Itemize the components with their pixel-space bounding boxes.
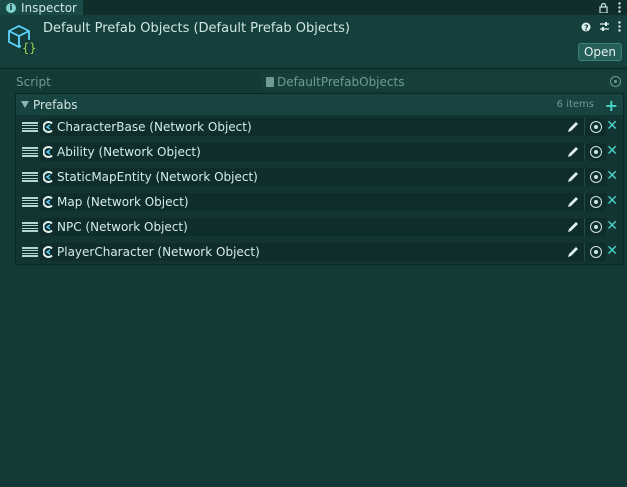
list-item: NPC (Network Object) ✕ [16,216,623,238]
object-field[interactable]: Map (Network Object) [40,193,606,211]
preset-sliders-icon[interactable] [599,21,610,32]
list-item: Ability (Network Object) ✕ [16,141,623,163]
list-item: Map (Network Object) ✕ [16,191,623,213]
remove-item-icon[interactable]: ✕ [606,118,618,134]
object-field[interactable]: StaticMapEntity (Network Object) [40,168,606,186]
object-picker-icon[interactable] [590,121,602,133]
prefabs-label: Prefabs [33,98,78,112]
field-divider [584,168,585,186]
svg-text:?: ? [584,23,589,32]
network-object-icon [43,171,53,183]
field-divider [584,218,585,236]
tab-bar-tools [599,0,621,15]
tab-bar: i Inspector [0,0,627,15]
pencil-icon[interactable] [566,170,580,184]
network-object-icon [43,196,53,208]
list-item: PlayerCharacter (Network Object) ✕ [16,241,623,263]
object-name: Map (Network Object) [57,195,189,209]
drag-handle-icon[interactable] [22,222,38,232]
remove-item-icon[interactable]: ✕ [606,243,618,259]
object-name: StaticMapEntity (Network Object) [57,170,258,184]
object-field[interactable]: CharacterBase (Network Object) [40,118,606,136]
field-divider [584,143,585,161]
drag-handle-icon[interactable] [22,247,38,257]
object-picker-icon [610,76,621,87]
remove-item-icon[interactable]: ✕ [606,193,618,209]
remove-item-icon[interactable]: ✕ [606,168,618,184]
tab-inspector-label: Inspector [21,0,77,15]
header-divider [0,68,627,69]
remove-item-icon[interactable]: ✕ [606,218,618,234]
header-tools: ? [581,21,621,32]
pencil-icon[interactable] [566,245,580,259]
add-item-icon[interactable]: + [605,96,618,115]
tab-inspector[interactable]: i Inspector [0,0,83,15]
help-icon[interactable]: ? [581,22,591,32]
lock-icon[interactable] [599,2,608,13]
field-divider [584,243,585,261]
object-name: NPC (Network Object) [57,220,188,234]
kebab-menu-icon[interactable] [618,2,621,13]
script-property-row: Script DefaultPrefabObjects [0,73,627,91]
network-object-icon [43,146,53,158]
network-object-icon [43,121,53,133]
item-count: 6 items [556,99,594,110]
object-title: Default Prefab Objects (Default Prefab O… [43,21,350,36]
inspector-header: {} Default Prefab Objects (Default Prefa… [0,15,627,67]
object-picker-icon[interactable] [590,221,602,233]
script-field: DefaultPrefabObjects [261,73,625,91]
drag-handle-icon[interactable] [22,122,38,132]
prefabs-list-header[interactable]: Prefabs 6 items + [16,94,623,115]
object-picker-icon[interactable] [590,171,602,183]
object-field[interactable]: NPC (Network Object) [40,218,606,236]
object-picker-icon[interactable] [590,246,602,258]
pencil-icon[interactable] [566,145,580,159]
network-object-icon [43,246,53,258]
remove-item-icon[interactable]: ✕ [606,143,618,159]
object-field[interactable]: PlayerCharacter (Network Object) [40,243,606,261]
object-field[interactable]: Ability (Network Object) [40,143,606,161]
pencil-icon[interactable] [566,120,580,134]
prefabs-list: Prefabs 6 items + CharacterBase (Network… [15,93,624,265]
object-name: CharacterBase (Network Object) [57,120,252,134]
scriptable-object-icon: {} [8,24,36,55]
svg-text:{}: {} [22,41,36,55]
list-item: StaticMapEntity (Network Object) ✕ [16,166,623,188]
kebab-menu-icon[interactable] [618,21,621,32]
object-name: Ability (Network Object) [57,145,201,159]
drag-handle-icon[interactable] [22,172,38,182]
foldout-arrow-icon[interactable] [21,101,29,108]
object-name: PlayerCharacter (Network Object) [57,245,260,259]
open-button[interactable]: Open [578,43,622,61]
object-picker-icon[interactable] [590,146,602,158]
script-label: Script [16,75,51,89]
info-icon: i [6,2,16,13]
list-item: CharacterBase (Network Object) ✕ [16,116,623,138]
drag-handle-icon[interactable] [22,197,38,207]
pencil-icon[interactable] [566,195,580,209]
object-picker-icon[interactable] [590,196,602,208]
field-divider [584,193,585,211]
script-value: DefaultPrefabObjects [277,75,405,89]
script-file-icon [266,77,274,87]
drag-handle-icon[interactable] [22,147,38,157]
pencil-icon[interactable] [566,220,580,234]
field-divider [584,118,585,136]
network-object-icon [43,221,53,233]
